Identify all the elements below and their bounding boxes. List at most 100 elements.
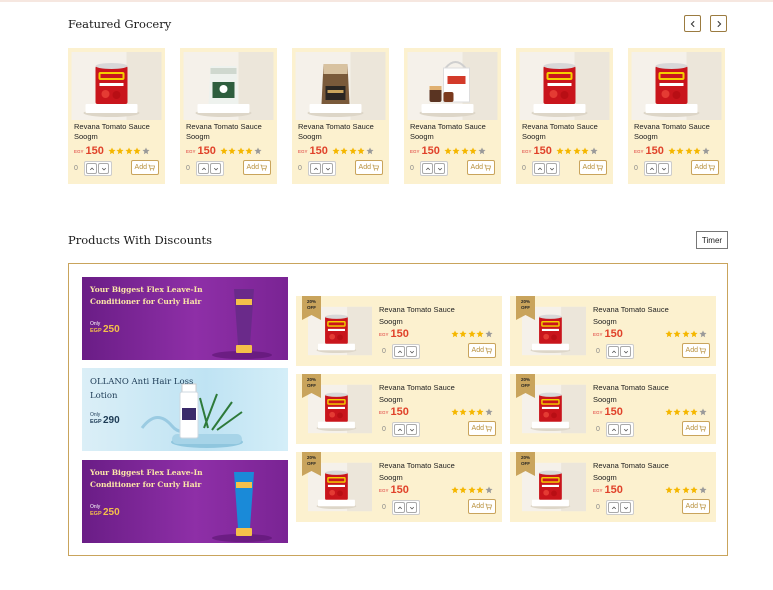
promo-banner[interactable]: Your Biggest Flex Leave-In Conditioner f… — [82, 460, 288, 543]
product-title[interactable]: Revana Tomato Sauce Soogm — [298, 122, 388, 142]
quantity-increase-button[interactable] — [394, 346, 405, 357]
star-filled-icon — [444, 147, 452, 155]
product-weight: Soogm — [74, 132, 98, 141]
star-empty-icon — [478, 147, 486, 155]
carousel-prev-button[interactable] — [684, 15, 701, 32]
quantity-increase-button[interactable] — [310, 163, 321, 174]
product-title[interactable]: Revana Tomato Sauce Soogm — [593, 460, 703, 484]
add-to-cart-button[interactable]: Add — [130, 160, 159, 175]
product-image[interactable] — [407, 52, 498, 120]
quantity-decrease-button[interactable] — [406, 346, 417, 357]
banner-currency: EGP — [90, 511, 102, 517]
quantity-decrease-button[interactable] — [620, 502, 631, 513]
cart-icon — [699, 425, 706, 432]
star-filled-icon — [237, 147, 245, 155]
quantity-increase-button[interactable] — [394, 502, 405, 513]
quantity-decrease-button[interactable] — [98, 163, 109, 174]
product-title[interactable]: Revana Tomato Sauce Soogm — [593, 304, 703, 328]
quantity-increase-button[interactable] — [198, 163, 209, 174]
product-title[interactable]: Revana Tomato Sauce Soogm — [379, 460, 489, 484]
add-to-cart-button[interactable]: Add — [578, 160, 607, 175]
promo-banner[interactable]: Your Biggest Flex Leave-In Conditioner f… — [82, 277, 288, 360]
product-image[interactable] — [71, 52, 162, 120]
quantity-value: 0 — [382, 348, 386, 355]
product-title[interactable]: Revana Tomato Sauce Soogm — [379, 304, 489, 328]
quantity-increase-button[interactable] — [422, 163, 433, 174]
add-to-cart-button[interactable]: Add — [467, 343, 496, 358]
quantity-value: 0 — [74, 165, 78, 172]
product-image[interactable] — [519, 52, 610, 120]
product-title[interactable]: Revana Tomato Sauce Soogm — [634, 122, 724, 142]
discount-off-label: OFF — [521, 305, 530, 310]
quantity-decrease-button[interactable] — [620, 424, 631, 435]
quantity-increase-button[interactable] — [608, 346, 619, 357]
discount-off-label: OFF — [521, 461, 530, 466]
featured-product-card[interactable]: Revana Tomato Sauce Soogm EGY 150 0 Add — [404, 48, 501, 184]
quantity-controls — [532, 161, 560, 176]
discount-product-card[interactable]: 20% OFF Revana Tomato Sauce Soogm EGY 15… — [510, 452, 716, 522]
star-filled-icon — [668, 147, 676, 155]
quantity-stepper: 0 — [522, 161, 560, 176]
discount-product-card[interactable]: 20% OFF Revana Tomato Sauce Soogm EGY 15… — [296, 374, 502, 444]
add-to-cart-button[interactable]: Add — [467, 421, 496, 436]
rating-stars — [444, 147, 487, 155]
price-value: 150 — [85, 145, 104, 157]
star-filled-icon — [673, 330, 681, 338]
quantity-decrease-button[interactable] — [406, 424, 417, 435]
discount-product-card[interactable]: 20% OFF Revana Tomato Sauce Soogm EGY 15… — [510, 374, 716, 444]
discount-product-card[interactable]: 20% OFF Revana Tomato Sauce Soogm EGY 15… — [296, 452, 502, 522]
quantity-increase-button[interactable] — [608, 502, 619, 513]
quantity-controls — [606, 344, 634, 359]
featured-product-card[interactable]: Revana Tomato Sauce Soogm EGY 150 0 Add — [628, 48, 725, 184]
featured-product-card[interactable]: Revana Tomato Sauce Soogm EGY 150 0 Add — [516, 48, 613, 184]
quantity-stepper: 0 — [382, 500, 420, 515]
product-image[interactable] — [183, 52, 274, 120]
product-title[interactable]: Revana Tomato Sauce Soogm — [522, 122, 612, 142]
timer-button[interactable]: Timer — [696, 231, 728, 249]
chevron-up-icon — [201, 167, 206, 170]
star-filled-icon — [469, 147, 477, 155]
add-to-cart-button[interactable]: Add — [681, 499, 710, 514]
product-title[interactable]: Revana Tomato Sauce Soogm — [593, 382, 703, 406]
quantity-decrease-button[interactable] — [434, 163, 445, 174]
discount-product-card[interactable]: 20% OFF Revana Tomato Sauce Soogm EGY 15… — [510, 296, 716, 366]
add-to-cart-button[interactable]: Add — [466, 160, 495, 175]
price-row: EGY 150 — [379, 406, 493, 418]
quantity-decrease-button[interactable] — [620, 346, 631, 357]
add-to-cart-button[interactable]: Add — [681, 343, 710, 358]
add-to-cart-button[interactable]: Add — [690, 160, 719, 175]
chevron-down-icon — [623, 428, 628, 431]
quantity-increase-button[interactable] — [86, 163, 97, 174]
star-empty-icon — [702, 147, 710, 155]
add-to-cart-button[interactable]: Add — [681, 421, 710, 436]
quantity-decrease-button[interactable] — [322, 163, 333, 174]
featured-section-title: Featured Grocery — [68, 17, 172, 31]
quantity-decrease-button[interactable] — [658, 163, 669, 174]
quantity-decrease-button[interactable] — [406, 502, 417, 513]
star-filled-icon — [332, 147, 340, 155]
chevron-down-icon — [213, 167, 218, 170]
promo-banner[interactable]: OLLANO Anti Hair Loss Lotion Only EGP 29… — [82, 368, 288, 451]
featured-product-card[interactable]: Revana Tomato Sauce Soogm EGY 150 0 Add — [68, 48, 165, 184]
add-to-cart-button[interactable]: Add — [467, 499, 496, 514]
quantity-decrease-button[interactable] — [546, 163, 557, 174]
add-to-cart-button[interactable]: Add — [242, 160, 271, 175]
featured-product-card[interactable]: Revana Tomato Sauce Soogm EGY 150 0 Add — [180, 48, 277, 184]
product-title[interactable]: Revana Tomato Sauce Soogm — [74, 122, 164, 142]
chevron-down-icon — [409, 350, 414, 353]
add-to-cart-button[interactable]: Add — [354, 160, 383, 175]
quantity-increase-button[interactable] — [394, 424, 405, 435]
product-title[interactable]: Revana Tomato Sauce Soogm — [186, 122, 276, 142]
featured-product-card[interactable]: Revana Tomato Sauce Soogm EGY 150 0 Add — [292, 48, 389, 184]
product-image[interactable] — [295, 52, 386, 120]
discount-product-card[interactable]: 20% OFF Revana Tomato Sauce Soogm EGY 15… — [296, 296, 502, 366]
product-image[interactable] — [631, 52, 722, 120]
product-title[interactable]: Revana Tomato Sauce Soogm — [379, 382, 489, 406]
quantity-stepper: 0 — [596, 344, 634, 359]
quantity-increase-button[interactable] — [534, 163, 545, 174]
carousel-next-button[interactable] — [710, 15, 727, 32]
quantity-decrease-button[interactable] — [210, 163, 221, 174]
quantity-increase-button[interactable] — [646, 163, 657, 174]
quantity-increase-button[interactable] — [608, 424, 619, 435]
product-title[interactable]: Revana Tomato Sauce Soogm — [410, 122, 500, 142]
